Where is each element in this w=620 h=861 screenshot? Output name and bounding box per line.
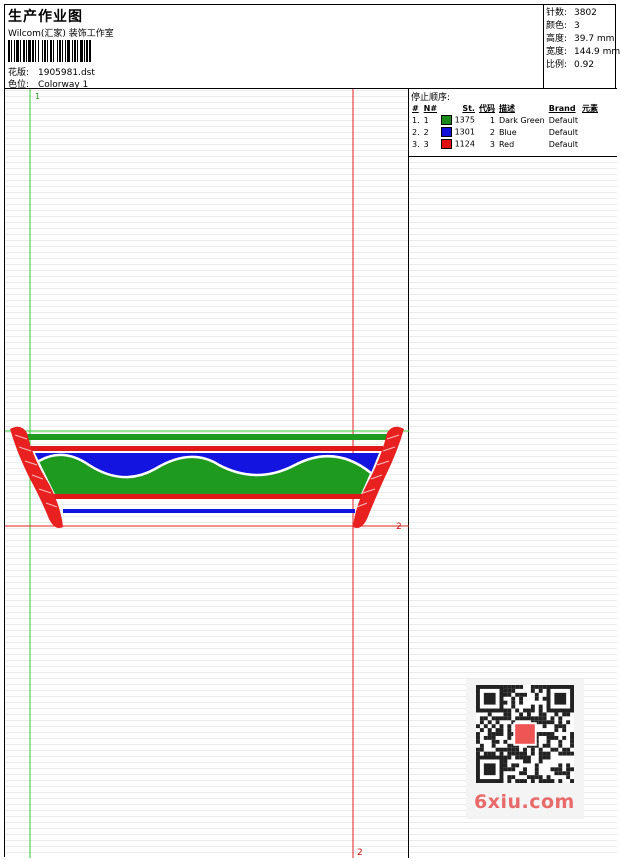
col-header-index: #: [412, 103, 419, 113]
table-header-row: # N# St. 代码 描述 Brand 元素: [410, 102, 600, 114]
header: 生产作业图 Wilcom(汇家) 装饰工作室 花版: 1905981.dst 色位…: [5, 5, 620, 90]
watermark-qr-block: 6xiu.com: [466, 679, 584, 819]
stats-box: 针数: 3802 颜色: 3 高度: 39.7 mm 宽度: 144.9 mm 比例: 0…: [543, 5, 620, 89]
color-swatch: [441, 139, 453, 149]
table-row: 3. 3 1124 3 Red Default: [412, 139, 578, 149]
stat-colors: 颜色: 3: [546, 21, 580, 31]
col-header-desc: 描述: [498, 103, 515, 113]
color-swatch: [441, 127, 453, 137]
watermark-site: 6xiu.com: [474, 791, 575, 813]
stop-sequence-box: 停止顺序: # N# St. 代码 描述 Brand 元素 1. 1 1375 …: [409, 89, 617, 157]
embroidery-preview: 1 2 2: [5, 89, 409, 858]
col-header-element: 元素: [581, 103, 598, 113]
qr-code: [476, 685, 574, 783]
embroidery-design: [10, 426, 404, 528]
marker-right: 2: [396, 522, 402, 532]
red-upper-rim: [31, 446, 383, 451]
marker-bottom: 2: [357, 848, 363, 858]
col-header-n: N#: [423, 103, 438, 113]
studio-name: Wilcom(汇家) 装饰工作室: [8, 29, 114, 39]
marker-top: 1: [35, 92, 40, 101]
page-title: 生产作业图: [8, 9, 83, 25]
barcode: [8, 40, 91, 62]
green-rim: [25, 434, 389, 440]
stat-width: 宽度: 144.9 mm: [546, 47, 620, 57]
stat-scale: 比例: 0.92: [546, 60, 595, 70]
stat-height: 高度: 39.7 mm: [546, 34, 615, 44]
red-lower-rim: [53, 494, 363, 499]
table-row: 1. 1 1375 1 Dark Green Default: [412, 115, 578, 125]
design-canvas: 1 2 2: [5, 89, 409, 858]
blue-base: [63, 509, 355, 513]
table-row: 2. 2 1301 2 Blue Default: [412, 127, 578, 137]
col-header-code: 代码: [478, 103, 495, 113]
color-swatch: [441, 115, 453, 125]
stop-sequence-table: # N# St. 代码 描述 Brand 元素 1. 1 1375 1 Dark…: [410, 102, 600, 150]
col-header-brand: Brand: [548, 103, 576, 113]
stat-stitches: 针数: 3802: [546, 8, 597, 18]
col-header-stitches: St.: [462, 103, 475, 113]
